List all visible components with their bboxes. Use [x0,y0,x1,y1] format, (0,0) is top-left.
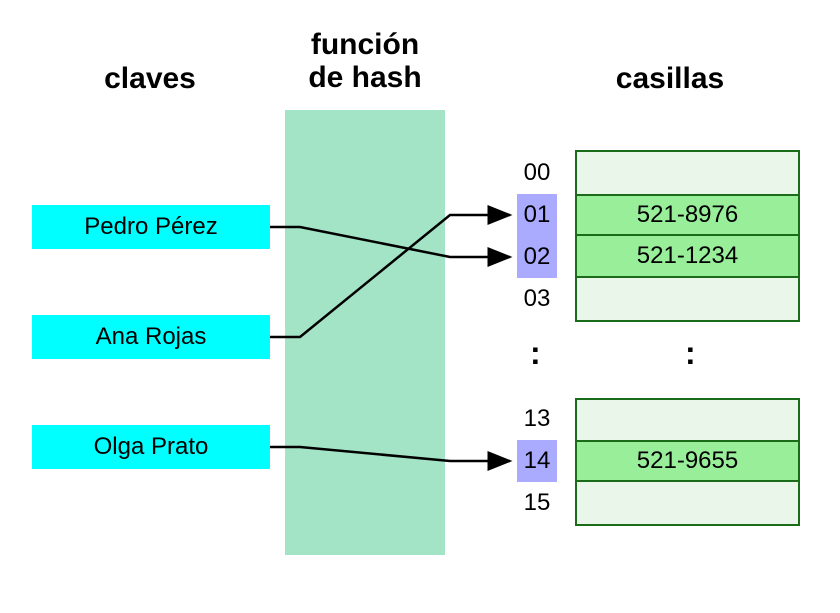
ellipsis-icon: : [685,335,696,372]
key-item: Olga Prato [32,425,270,469]
bucket-index: 13 [517,398,557,440]
heading-hash-function: función de hash [275,28,455,94]
key-item: Pedro Pérez [32,205,270,249]
heading-keys: claves [60,62,240,96]
bucket-index-highlighted: 02 [517,236,557,278]
bucket-index: 15 [517,482,557,524]
heading-buckets: casillas [560,62,780,96]
key-item: Ana Rojas [32,315,270,359]
ellipsis-icon: : [530,335,541,372]
bucket-value: 521-1234 [577,236,798,278]
bucket-index: 03 [517,278,557,320]
bucket-index-highlighted: 01 [517,194,557,236]
bucket-index-highlighted: 14 [517,440,557,482]
bucket-value: 521-8976 [577,194,798,236]
bucket-value: 521-9655 [577,440,798,482]
hash-function-box [285,110,445,555]
bucket-index: 00 [517,152,557,194]
